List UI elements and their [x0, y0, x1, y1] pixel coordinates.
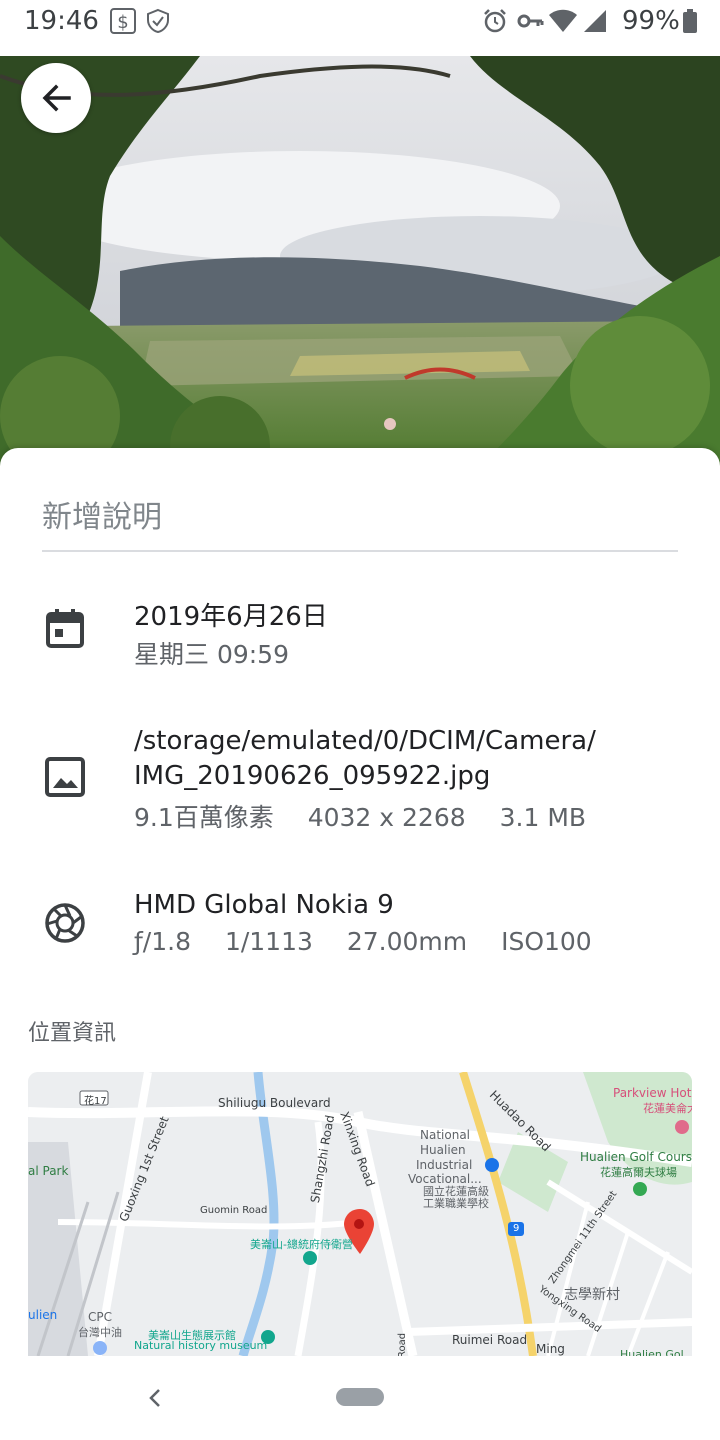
status-bar: 19:46 $ 99% — [0, 0, 720, 46]
map-label-school-zh2: 工業職業學校 — [423, 1197, 489, 1210]
battery-icon — [682, 8, 698, 38]
shield-notification-icon — [146, 8, 170, 38]
focal-length: 27.00mm — [346, 927, 468, 956]
map-label-guomin: Guomin Road — [200, 1205, 268, 1216]
back-button[interactable] — [21, 63, 91, 133]
location-section-title: 位置資訊 — [28, 1021, 117, 1046]
file-path-line2: IMG_20190626_095922.jpg — [134, 761, 491, 791]
map-label-golf-zh: 花蓮高爾夫球場 — [600, 1166, 677, 1179]
map-label-cpc-zh: 台灣中油 — [78, 1326, 122, 1339]
aperture: ƒ/1.8 — [134, 927, 191, 956]
battery-percent: 99% — [622, 6, 680, 36]
nav-back-button[interactable] — [143, 1384, 167, 1414]
calendar-icon — [44, 608, 86, 650]
file-specs: 9.1百萬像素 4032 x 2268 3.1 MB — [134, 798, 612, 834]
hotel-poi-icon — [675, 1120, 689, 1134]
map-label-hualien-golf-cut: Hualien Gol — [620, 1348, 684, 1356]
camera-settings: ƒ/1.8 1/1113 27.00mm ISO100 — [134, 927, 618, 956]
chevron-left-icon — [149, 1389, 160, 1407]
map-label-museum-zh: 美崙山-總統府侍衛營 — [250, 1238, 353, 1251]
map-label-shiliugu: Shiliugu Boulevard — [218, 1096, 331, 1110]
map-label-ming: Ming — [536, 1342, 565, 1356]
location-map[interactable]: 花17 9 Shiliugu Boulevard Xinxing Road Sh… — [28, 1072, 692, 1356]
map-label-ruimei: Ruimei Road — [452, 1333, 528, 1347]
camera-shutter-icon — [44, 902, 86, 944]
image-icon — [44, 756, 86, 798]
camera-model: HMD Global Nokia 9 — [134, 890, 394, 920]
wifi-icon — [548, 8, 578, 38]
map-label-parkview-zh: 花蓮美侖大 — [643, 1102, 692, 1115]
vpn-key-icon — [516, 8, 544, 38]
caption-placeholder: 新增說明 — [42, 500, 162, 535]
navigation-bar — [0, 1358, 720, 1440]
map-label-route17: 花17 — [84, 1096, 107, 1107]
arrow-back-icon — [42, 84, 71, 112]
gas-poi-icon — [93, 1341, 107, 1355]
megapixels: 9.1百萬像素 — [134, 803, 274, 832]
dollar-notification-icon: $ — [110, 8, 136, 38]
landscape-photo — [0, 56, 720, 466]
status-time: 19:46 — [24, 6, 99, 36]
photo-weekday-time: 星期三 09:59 — [134, 640, 289, 669]
caption-input[interactable]: 新增說明 — [42, 488, 678, 552]
map-label-golf-en: Hualien Golf Cours — [580, 1150, 692, 1164]
iso: ISO100 — [501, 927, 592, 956]
file-size: 3.1 MB — [499, 803, 587, 832]
map-label-route9: 9 — [513, 1223, 520, 1234]
map-label-eco-en: Natural history museum — [134, 1339, 268, 1352]
map-label-school-1: National — [420, 1128, 471, 1142]
poi-icon — [303, 1251, 317, 1265]
map-label-cpc-en: CPC — [88, 1310, 112, 1324]
file-path-line1: /storage/emulated/0/DCIM/Camera/ — [134, 726, 596, 756]
map-label-road-bottom: Road — [397, 1332, 409, 1356]
map-label-station: ulien — [28, 1308, 58, 1322]
photo-preview[interactable] — [0, 56, 720, 466]
svg-text:$: $ — [117, 12, 128, 33]
alarm-icon — [482, 8, 508, 38]
golf-poi-icon — [633, 1182, 647, 1196]
map-label-parkview-en: Parkview Hot — [613, 1086, 692, 1100]
map-label-school-3: Industrial — [416, 1158, 473, 1172]
nav-home-pill[interactable] — [336, 1388, 384, 1406]
map-label-zhiyue: 志學新村 — [564, 1287, 620, 1303]
photo-date: 2019年6月26日 — [134, 602, 328, 632]
school-poi-icon — [485, 1158, 499, 1172]
signal-icon — [582, 8, 608, 38]
shutter-speed: 1/1113 — [224, 927, 313, 956]
map-label-school-2: Hualien — [420, 1143, 466, 1157]
map-label-park: al Park — [28, 1164, 69, 1178]
resolution: 4032 x 2268 — [307, 803, 466, 832]
